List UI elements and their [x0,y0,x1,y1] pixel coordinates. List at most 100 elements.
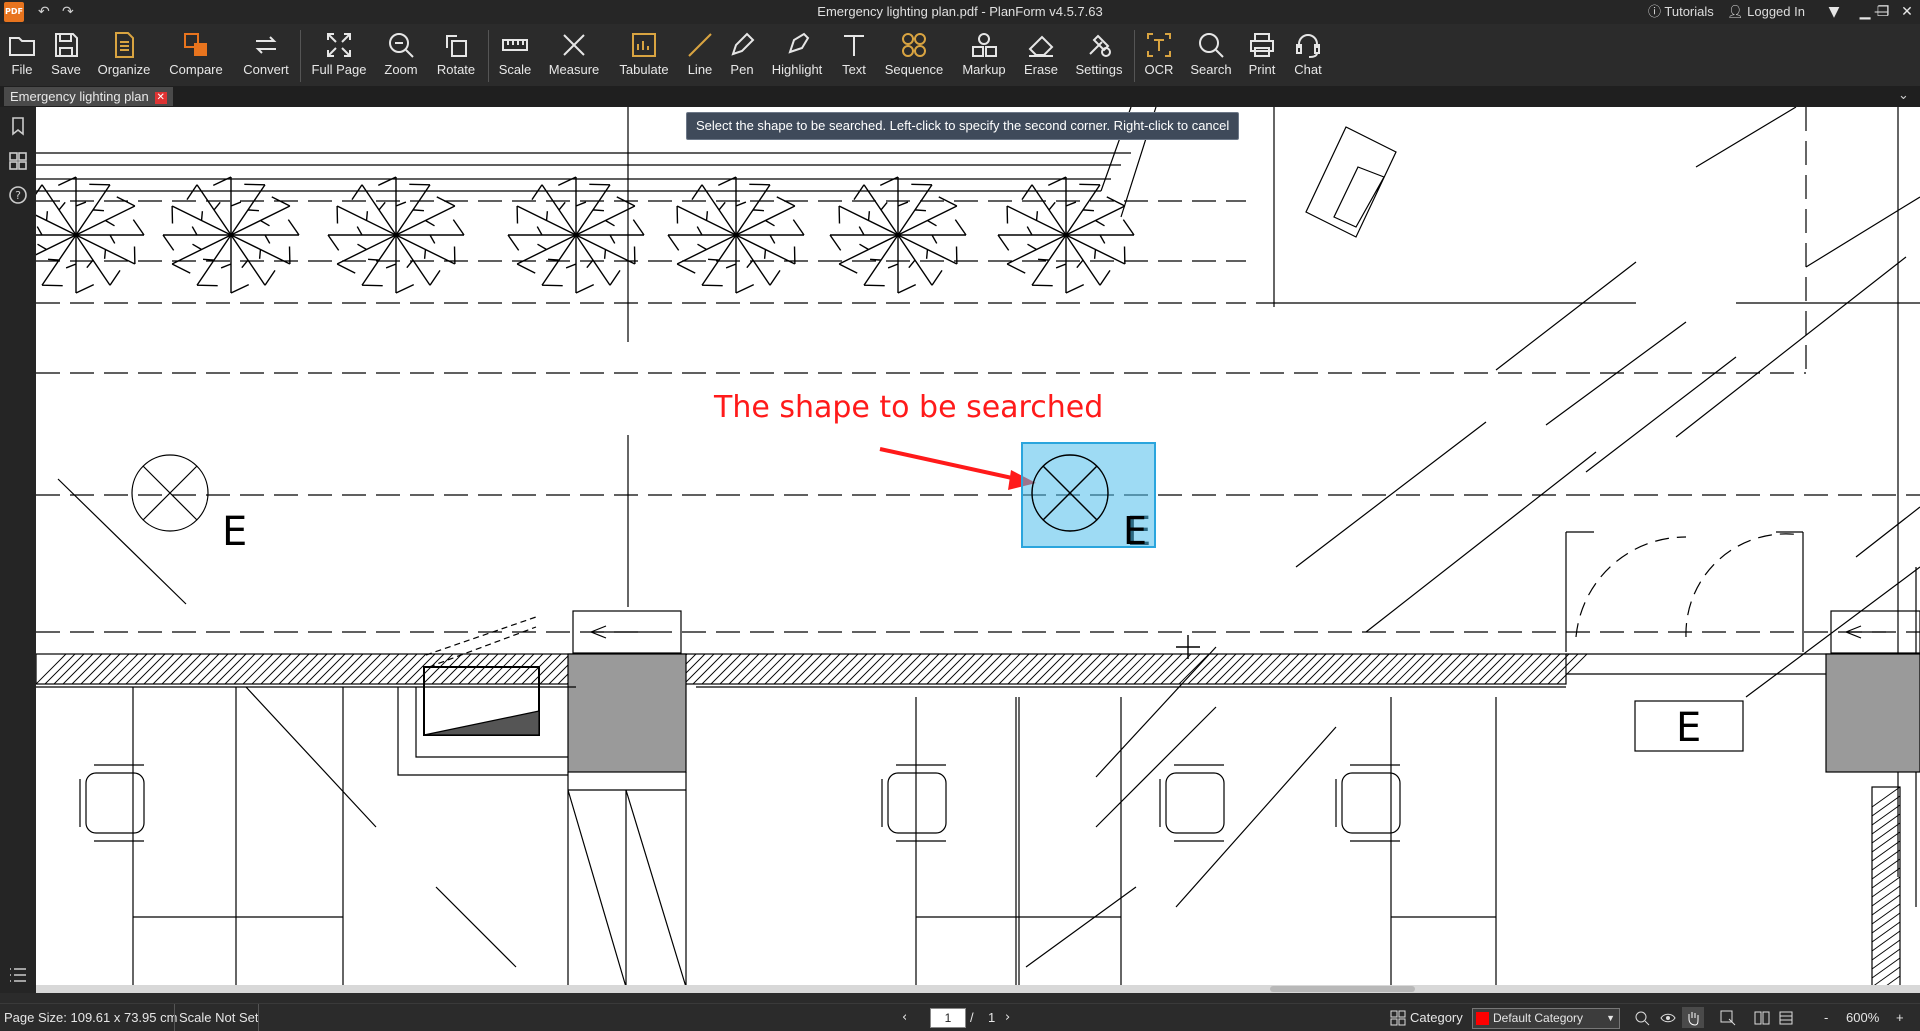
text-button[interactable]: Text [834,24,874,86]
chevron-down-icon[interactable]: ⌄ [1898,88,1909,103]
save-icon [55,33,78,57]
help-circle-icon: ⓘ [1648,4,1665,19]
search-button[interactable]: Search [1186,24,1236,86]
text-icon [844,35,864,56]
measure-icon [563,34,585,56]
symbol-letter-e: E [222,509,247,555]
page-total: 1 [988,1010,996,1025]
ocr-icon [1147,33,1171,57]
document-tab[interactable]: Emergency lighting plan ✕ [4,87,173,106]
chair-symbol [79,764,145,842]
close-icon[interactable]: ✕ [154,91,167,104]
zoom-icon [389,33,414,58]
tutorials-link[interactable]: ⓘ Tutorials [1648,0,1714,24]
tree-symbol [36,176,145,294]
chair-symbol [1159,764,1225,842]
search-icon [1199,33,1224,58]
convert-icon [255,36,277,54]
menu-dropdown-icon[interactable]: ▼ [1821,0,1847,24]
sequence-icon [902,33,926,57]
single-page-icon[interactable] [1778,1010,1794,1026]
main-toolbar: File Save Organize Compare Convert Full … [0,24,1920,86]
annotation-label: The shape to be searched [714,390,1104,425]
printer-icon [1250,33,1274,57]
pen-button[interactable]: Pen [724,24,760,86]
help-icon[interactable]: ? [8,185,28,205]
category-select[interactable]: Default Category ▼ [1472,1008,1620,1029]
chat-button[interactable]: Chat [1288,24,1328,86]
document-icon [115,32,134,58]
thumbnails-icon[interactable] [8,151,28,171]
eye-icon[interactable] [1660,1010,1676,1026]
organize-button[interactable]: Organize [92,24,156,86]
expand-icon [327,33,351,57]
headset-icon [1296,34,1320,58]
zoom-area-icon[interactable] [1634,1010,1650,1026]
full-page-button[interactable]: Full Page [306,24,372,86]
highlighter-icon [788,32,810,54]
drawing-canvas[interactable]: E E E [36,107,1920,987]
hand-icon[interactable] [1685,1010,1701,1026]
zoom-level[interactable]: 600% [1846,1004,1879,1031]
zoom-button[interactable]: Zoom [378,24,424,86]
ocr-button[interactable]: OCR [1140,24,1178,86]
markup-icon [972,33,997,57]
scale-button[interactable]: Scale [494,24,536,86]
toolbar-divider [300,30,301,82]
status-divider [258,1004,259,1031]
page-number-input[interactable]: 1 [930,1008,966,1028]
category-label: Category [1410,1010,1463,1025]
measure-button[interactable]: Measure [544,24,604,86]
document-tab-bar [0,86,1920,108]
svg-text:?: ? [15,189,21,202]
tabulate-button[interactable]: Tabulate [612,24,676,86]
login-label: Logged In [1747,4,1805,19]
two-page-icon[interactable] [1754,1010,1770,1026]
next-page-icon[interactable]: › [1005,1004,1010,1031]
exit-sign-letter: E [1676,705,1701,751]
bookmark-icon[interactable] [8,116,28,136]
close-window-button[interactable]: ✕ [1894,0,1920,24]
restore-button[interactable]: ❐ [1870,0,1896,24]
page-size-readout: Page Size: 109.61 x 73.95 cm [4,1010,178,1025]
save-button[interactable]: Save [44,24,88,86]
chair-symbol [881,764,947,842]
horizontal-scrollbar-thumb[interactable] [1270,986,1415,992]
status-divider [174,1004,175,1031]
select-tool-icon[interactable] [1720,1010,1736,1026]
zoom-in-button[interactable]: + [1896,1004,1904,1031]
selected-symbol-letter: E [1123,509,1147,548]
login-status[interactable]: 👤︎ Logged In [1727,0,1805,24]
zoom-out-button[interactable]: - [1824,1004,1828,1031]
toolbar-divider [1134,30,1135,82]
rotate-button[interactable]: Rotate [430,24,482,86]
page-separator: / [970,1010,974,1025]
line-button[interactable]: Line [682,24,718,86]
settings-button[interactable]: Settings [1070,24,1128,86]
instruction-tooltip: Select the shape to be searched. Left-cl… [686,112,1240,140]
file-button[interactable]: File [0,24,44,86]
category-color-swatch [1476,1012,1489,1026]
compare-button[interactable]: Compare [162,24,230,86]
print-button[interactable]: Print [1242,24,1282,86]
markup-button[interactable]: Markup [956,24,1012,86]
horizontal-scrollbar[interactable] [36,985,1920,993]
erase-button[interactable]: Erase [1018,24,1064,86]
ruler-icon [502,39,528,51]
settings-icon [1089,34,1111,57]
highlight-button[interactable]: Highlight [766,24,828,86]
tutorials-label: Tutorials [1664,4,1714,19]
toolbar-divider [488,30,489,82]
folder-icon [9,37,35,56]
tree-symbol [327,176,465,294]
user-icon: 👤︎ [1727,4,1748,19]
list-icon[interactable] [8,965,28,985]
sequence-button[interactable]: Sequence [880,24,948,86]
floor-plan-drawing: E E E [36,107,1920,987]
chevron-down-icon: ▼ [1606,1013,1615,1023]
category-value: Default Category [1493,1011,1584,1025]
convert-button[interactable]: Convert [236,24,296,86]
tree-symbol [829,176,967,294]
prev-page-icon[interactable]: ‹ [902,1004,907,1031]
pen-icon [731,32,755,56]
